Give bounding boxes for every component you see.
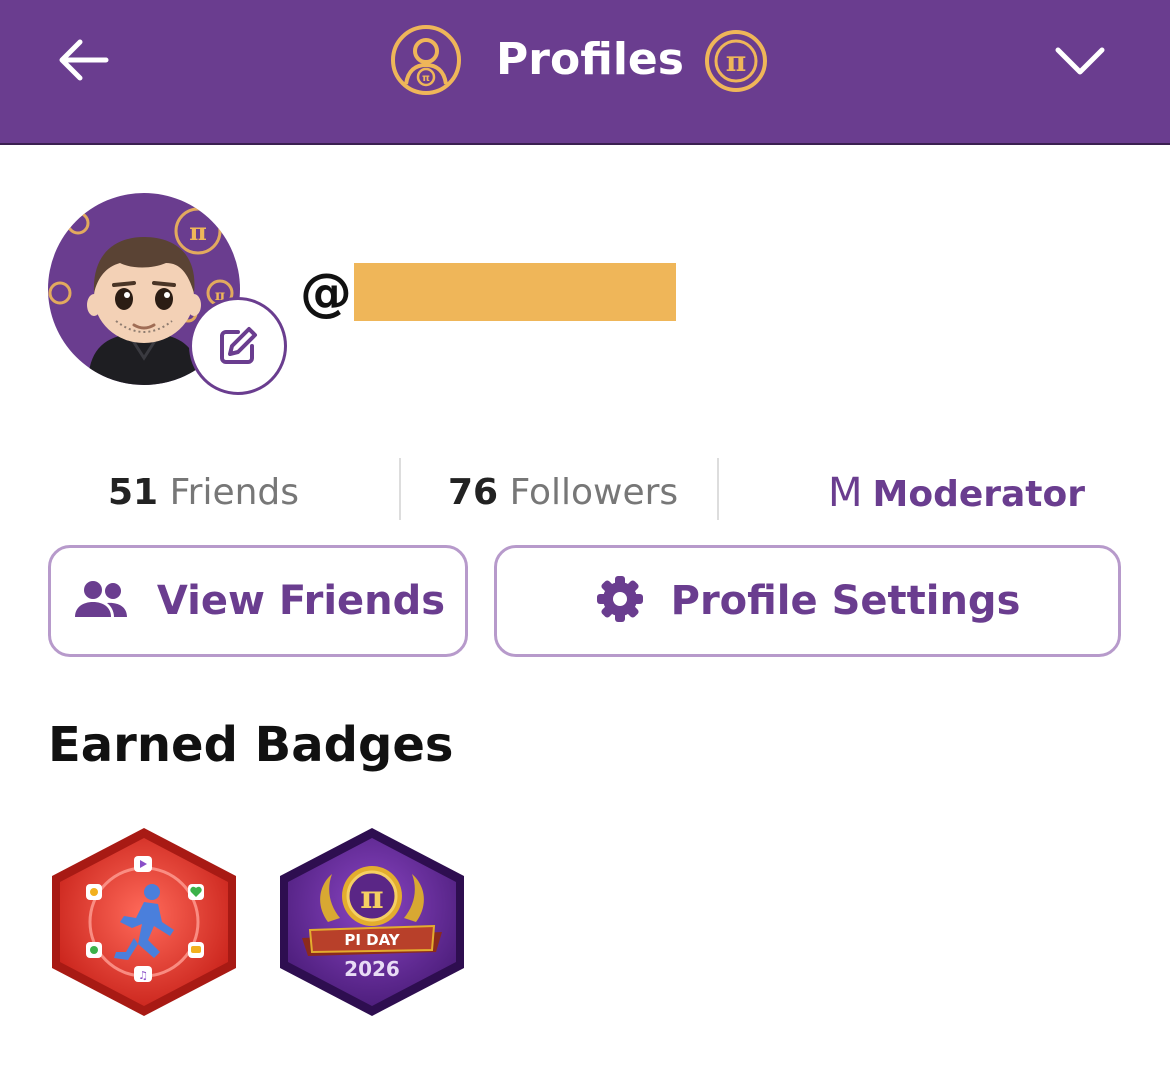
view-friends-label: View Friends <box>156 578 446 624</box>
page-title: Profiles <box>496 34 684 85</box>
profile-circle-icon: π <box>391 25 461 95</box>
profile-settings-label: Profile Settings <box>670 578 1021 624</box>
stat-divider <box>717 458 719 520</box>
earned-badges-heading: Earned Badges <box>48 717 454 773</box>
username-redacted <box>354 263 676 321</box>
svg-text:π: π <box>726 45 747 78</box>
stat-divider <box>399 458 401 520</box>
profile-settings-button[interactable]: Profile Settings <box>494 545 1121 657</box>
back-arrow-icon <box>59 39 109 81</box>
followers-label: Followers <box>509 472 679 513</box>
followers-count-stat: 76 Followers <box>448 465 678 521</box>
svg-text:π: π <box>189 217 207 246</box>
people-icon <box>71 579 131 623</box>
friends-count-stat: 51 Friends <box>108 465 299 521</box>
followers-count: 76 <box>448 472 499 513</box>
top-app-bar: π Profiles π <box>0 0 1170 145</box>
role-label: Moderator <box>872 474 1085 515</box>
pi-day-badge[interactable]: π PI DAY 2026 <box>276 826 468 1018</box>
friends-label: Friends <box>169 472 300 513</box>
view-friends-button[interactable]: View Friends <box>48 545 468 657</box>
svg-text:π: π <box>360 878 383 916</box>
running-activity-badge[interactable]: ♫ <box>48 826 240 1018</box>
expand-menu-button[interactable] <box>1050 34 1110 88</box>
back-button[interactable] <box>50 30 120 90</box>
friends-count: 51 <box>108 472 159 513</box>
pi-day-banner-text: PI DAY <box>344 931 400 949</box>
svg-text:♫: ♫ <box>138 969 148 982</box>
pi-day-year-text: 2026 <box>344 957 400 981</box>
pi-coin-icon: π <box>705 30 767 92</box>
edit-pencil-icon <box>220 327 257 364</box>
edit-avatar-button[interactable] <box>189 297 287 395</box>
chevron-down-icon <box>1055 47 1105 75</box>
username-prefix: @ <box>300 263 352 323</box>
gear-icon <box>595 574 645 628</box>
svg-text:π: π <box>422 73 430 84</box>
role-initial: M <box>828 470 863 516</box>
role-badge: M Moderator <box>828 465 1085 521</box>
